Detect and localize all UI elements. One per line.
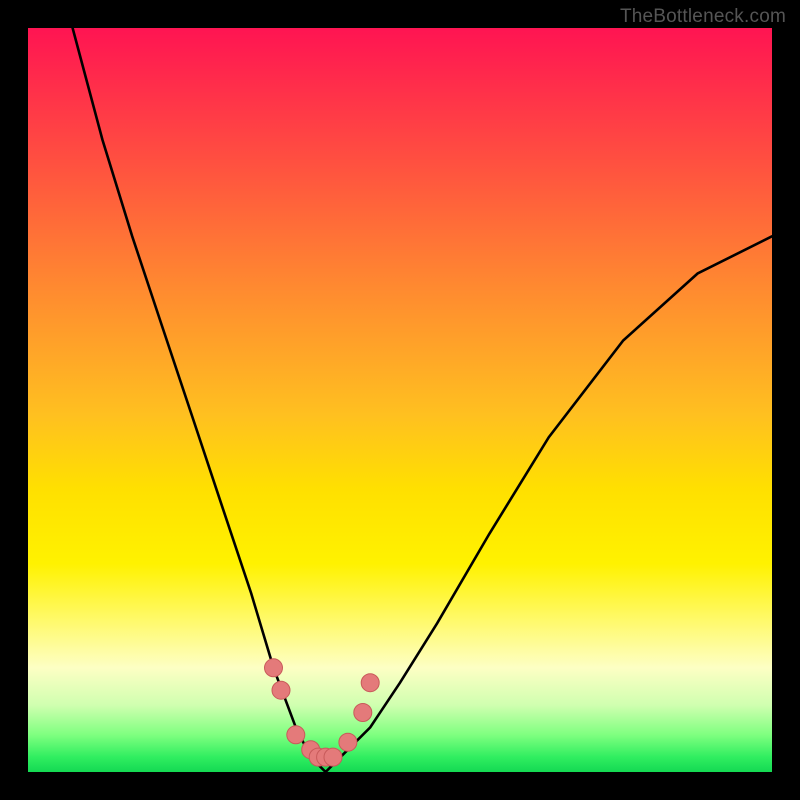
watermark-text: TheBottleneck.com xyxy=(620,6,786,28)
chart-plot-area xyxy=(28,28,772,772)
curve-marker xyxy=(324,748,342,766)
curve-marker xyxy=(272,681,290,699)
bottleneck-curve xyxy=(73,28,772,772)
curve-markers xyxy=(265,659,380,766)
bottleneck-curve-svg xyxy=(28,28,772,772)
curve-marker xyxy=(287,726,305,744)
curve-marker xyxy=(354,704,372,722)
curve-marker xyxy=(339,733,357,751)
curve-marker xyxy=(265,659,283,677)
curve-marker xyxy=(361,674,379,692)
